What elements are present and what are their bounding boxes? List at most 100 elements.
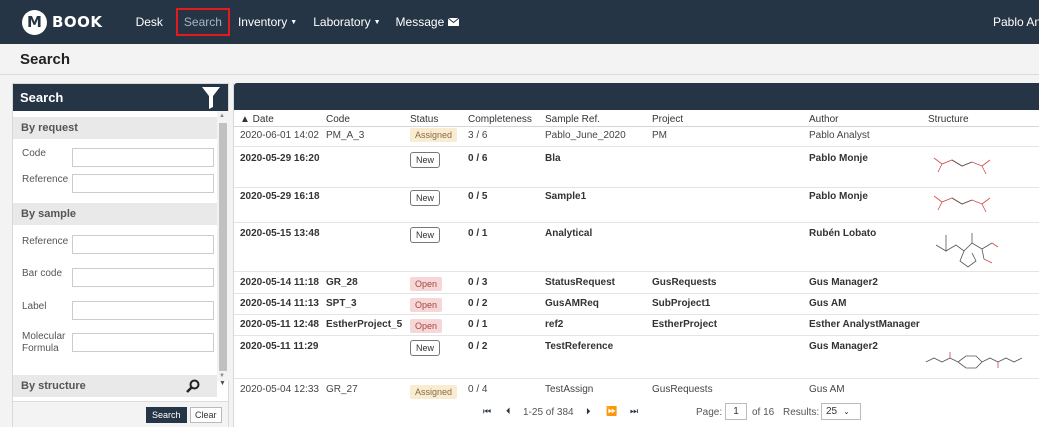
clear-button[interactable]: Clear (190, 407, 222, 423)
column-header-code[interactable]: Code (326, 114, 350, 125)
filter-actions: Search Clear (13, 401, 228, 427)
cell-date: 2020-05-04 12:33 (240, 384, 319, 395)
page-title: Search (20, 51, 71, 68)
status-badge: New (410, 152, 441, 168)
row-divider (234, 378, 1039, 379)
column-header-project[interactable]: Project (652, 114, 683, 125)
first-page-icon[interactable]: ⏮ (483, 406, 491, 417)
status-badge: Open (410, 298, 443, 312)
row-divider (234, 146, 1039, 147)
section-by-structure[interactable]: By structure (13, 375, 217, 397)
column-header-structure[interactable]: Structure (928, 114, 969, 125)
cell-date: 2020-05-11 11:29 (240, 341, 319, 352)
caret-down-icon: ▼ (290, 19, 298, 27)
logo-mark: M (22, 9, 47, 35)
nav-inventory-label: Inventory (237, 15, 288, 29)
logo-text: BOOK (52, 13, 103, 31)
top-navbar: M BOOK Desk Search Inventory ▼ Laboratory… (0, 0, 1039, 44)
cell-author: Pablo Analyst (809, 130, 870, 141)
nav-search[interactable]: Search (175, 8, 230, 36)
cell-completeness: 0 / 6 (468, 153, 488, 164)
field-row-barcode: Bar code (13, 263, 217, 295)
section-by-sample[interactable]: By sample (13, 203, 217, 225)
molecular-formula-input[interactable] (72, 333, 214, 352)
logo[interactable]: M BOOK (22, 9, 103, 35)
row-divider (234, 187, 1039, 188)
user-menu[interactable]: Pablo Analy (993, 15, 1039, 29)
cell-sample-ref: GusAMReq (545, 298, 599, 309)
scroll-down-icon[interactable]: ▼ (219, 373, 225, 379)
filter-scroll-area: By request Code Reference By sample Refe… (13, 111, 217, 401)
column-header-author[interactable]: Author (809, 114, 838, 125)
cell-author: Esther AnalystManager (809, 319, 920, 330)
section-by-request[interactable]: By request (13, 117, 217, 139)
molecule-structure-icon[interactable] (926, 188, 996, 218)
field-row-code: Code (13, 145, 217, 173)
cell-author: Gus Manager2 (809, 341, 878, 352)
cell-author: Gus Manager2 (809, 277, 878, 288)
nav-laboratory[interactable]: Laboratory ▼ (313, 15, 380, 29)
cell-date: 2020-05-29 16:20 (240, 153, 320, 164)
pager-range: 1-25 of 384 (523, 407, 574, 418)
column-header-status[interactable]: Status (410, 114, 438, 125)
molecule-structure-icon[interactable] (920, 350, 1030, 376)
scroll-thumb[interactable] (219, 123, 227, 371)
results-per-page-select[interactable]: 25 ⌄ (821, 403, 861, 420)
nav-message[interactable]: Message (396, 15, 460, 29)
nav-inventory[interactable]: Inventory ▼ (238, 15, 297, 29)
previous-page-icon[interactable]: ⏴ (506, 406, 511, 417)
results-label: Results: (783, 407, 820, 418)
nav-laboratory-label: Laboratory (313, 15, 371, 29)
cell-completeness: 0 / 2 (468, 298, 488, 309)
column-header-date[interactable]: ▲ Date (240, 114, 274, 125)
cell-sample-ref: TestReference (545, 341, 614, 352)
results-header (234, 83, 1039, 110)
cell-completeness: 0 / 5 (468, 191, 488, 202)
search-icon[interactable] (186, 379, 200, 393)
cell-project: SubProject1 (652, 298, 711, 309)
page-number-input[interactable]: 1 (725, 403, 747, 420)
caret-down-icon: ▼ (373, 19, 381, 27)
next-page-icon[interactable]: ⏵ (586, 406, 591, 417)
column-header-sample-ref[interactable]: Sample Ref. (545, 114, 600, 125)
cell-sample-ref: Pablo_June_2020 (545, 130, 626, 141)
cell-code: EstherProject_5 (326, 319, 403, 330)
cell-date: 2020-05-15 13:48 (240, 228, 320, 239)
cell-project: PM (652, 130, 667, 141)
request-reference-input[interactable] (72, 174, 214, 193)
barcode-input[interactable] (72, 268, 214, 287)
field-row-sample-reference: Reference (13, 231, 217, 263)
fast-forward-icon[interactable]: ⏩ (606, 406, 617, 417)
page-count: of 16 (752, 407, 775, 418)
search-button[interactable]: Search (146, 407, 187, 423)
molecule-structure-icon[interactable] (926, 150, 996, 180)
status-badge: Open (410, 277, 443, 291)
cell-completeness: 3 / 6 (468, 130, 488, 141)
sample-reference-input[interactable] (72, 235, 214, 254)
cell-author: Gus AM (809, 298, 847, 309)
cell-project: GusRequests (652, 384, 713, 395)
by-structure-label: By structure (21, 380, 86, 392)
barcode-label: Bar code (22, 268, 63, 279)
cell-author: Rubén Lobato (809, 228, 877, 239)
molecule-structure-icon[interactable] (926, 225, 1006, 270)
header-divider (234, 126, 1039, 127)
scroll-down-icon[interactable]: ▼ (219, 380, 226, 387)
last-page-icon[interactable]: ⏭ (630, 406, 638, 417)
nav-desk[interactable]: Desk (136, 15, 163, 29)
cell-code: GR_27 (326, 384, 358, 395)
funnel-icon[interactable] (202, 87, 220, 109)
code-input[interactable] (72, 148, 214, 167)
label-input[interactable] (72, 301, 214, 320)
cell-date: 2020-05-14 11:13 (240, 298, 319, 309)
reference-label: Reference (22, 174, 69, 185)
chevron-down-icon: ⌄ (843, 407, 850, 416)
search-filter-panel: Search By request Code Reference By samp… (12, 83, 229, 427)
cell-completeness: 0 / 1 (468, 228, 488, 239)
scroll-up-icon[interactable]: ▲ (219, 113, 225, 119)
cell-completeness: 0 / 4 (468, 384, 488, 395)
label-label: Label (22, 301, 47, 312)
row-divider (234, 271, 1039, 272)
column-header-completeness[interactable]: Completeness (468, 114, 532, 125)
scrollbar[interactable]: ▲ ▼ (217, 111, 229, 381)
